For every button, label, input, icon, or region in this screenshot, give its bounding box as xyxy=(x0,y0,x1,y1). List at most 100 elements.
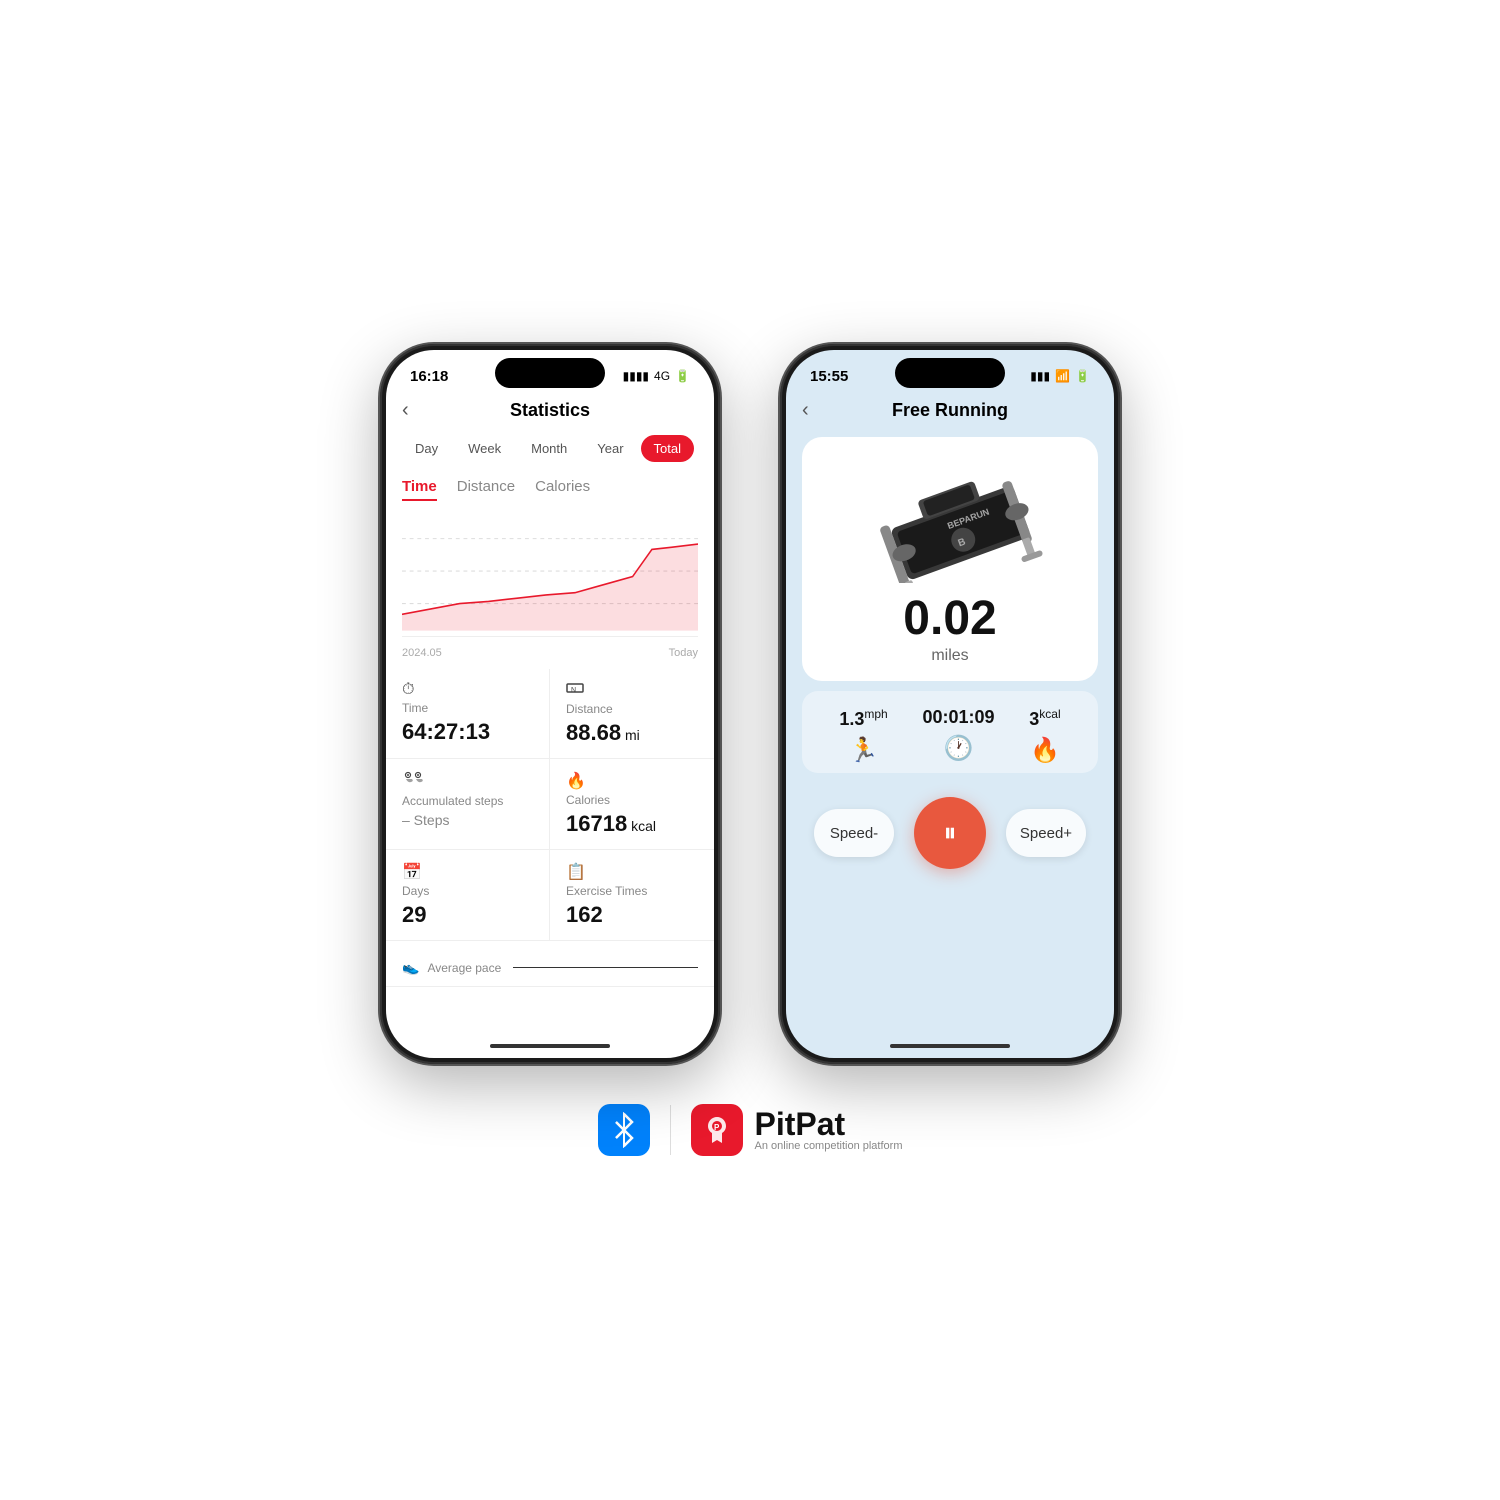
days-value: 29 xyxy=(402,902,533,928)
bluetooth-icon xyxy=(598,1104,650,1156)
speed-value: 1.3mph xyxy=(839,707,887,730)
phones-row: 16:18 ▮▮▮▮ 4G 🔋 ‹ Statistics Day Week xyxy=(380,344,1120,1064)
chart-area xyxy=(402,517,698,637)
days-icon: 📅 xyxy=(402,862,533,882)
pace-row: 👟 Average pace xyxy=(386,949,714,987)
tab-total[interactable]: Total xyxy=(641,435,694,462)
speed-minus-button[interactable]: Speed- xyxy=(814,809,894,857)
time-label: Time xyxy=(402,701,533,715)
days-label: Days xyxy=(402,884,533,898)
pitpat-text: PitPat An online competition platform xyxy=(755,1108,903,1152)
stats-grid: ⏱ Time 64:27:13 N Distance 88.68 mi xyxy=(386,669,714,941)
exercise-label: Exercise Times xyxy=(566,884,698,898)
back-button-left[interactable]: ‹ xyxy=(402,399,409,422)
period-tabs: Day Week Month Year Total xyxy=(386,427,714,470)
speed-plus-button[interactable]: Speed+ xyxy=(1006,809,1086,857)
dynamic-island-right xyxy=(895,358,1005,388)
branding-divider xyxy=(670,1105,671,1155)
run-stat-speed: 1.3mph 🏃 xyxy=(839,707,887,765)
dynamic-island-left xyxy=(495,358,605,388)
stat-days: 📅 Days 29 xyxy=(386,850,550,941)
home-indicator-right xyxy=(890,1044,1010,1048)
metric-distance[interactable]: Distance xyxy=(457,478,515,501)
pitpat-subtitle: An online competition platform xyxy=(755,1140,903,1152)
wifi-icon: 📶 xyxy=(1055,369,1070,383)
svg-text:P: P xyxy=(714,1123,720,1132)
calories-icon: 🔥 xyxy=(566,771,698,791)
metric-calories[interactable]: Calories xyxy=(535,478,590,501)
run-icon: 🏃 xyxy=(839,736,887,765)
treadmill-image: BEPARUN B xyxy=(850,453,1050,583)
signal-type: 4G xyxy=(654,369,670,383)
right-screen: 15:55 ▮▮▮ 📶 🔋 ‹ Free Running xyxy=(786,350,1114,1058)
pitpat-name: PitPat xyxy=(755,1108,903,1140)
left-screen: 16:18 ▮▮▮▮ 4G 🔋 ‹ Statistics Day Week xyxy=(386,350,714,1058)
clock-icon: ⏱ xyxy=(402,681,533,699)
pace-icon: 👟 xyxy=(402,959,419,976)
tab-month[interactable]: Month xyxy=(518,435,580,462)
stat-exercise: 📋 Exercise Times 162 xyxy=(550,850,714,941)
signal-bars-icon: ▮▮▮ xyxy=(1030,369,1050,383)
distance-unit: miles xyxy=(818,647,1082,665)
clock-icon-run: 🕐 xyxy=(922,734,994,763)
battery-icon: 🔋 xyxy=(675,369,690,383)
steps-value: – Steps xyxy=(402,812,533,828)
page-title-left: Statistics xyxy=(510,400,590,421)
pitpat-app-icon: P xyxy=(691,1104,743,1156)
time-value: 64:27:13 xyxy=(402,719,533,745)
time-right: 15:55 xyxy=(810,368,848,385)
treadmill-svg: BEPARUN B xyxy=(850,453,1050,583)
stat-calories: 🔥 Calories 16718 kcal xyxy=(550,759,714,850)
tab-day[interactable]: Day xyxy=(402,435,451,462)
home-indicator-left xyxy=(490,1044,610,1048)
tab-year[interactable]: Year xyxy=(584,435,636,462)
chart-labels: 2024.05 Today xyxy=(386,645,714,661)
steps-icon xyxy=(402,771,533,792)
left-phone: 16:18 ▮▮▮▮ 4G 🔋 ‹ Statistics Day Week xyxy=(380,344,720,1064)
run-stat-calories: 3kcal 🔥 xyxy=(1029,707,1060,765)
pitpat-logo: P PitPat An online competition platform xyxy=(691,1104,903,1156)
pace-label: Average pace xyxy=(427,961,501,975)
run-calories-value: 3kcal xyxy=(1029,707,1060,730)
running-stats: 1.3mph 🏃 00:01:09 🕐 3kcal 🔥 xyxy=(802,691,1098,773)
run-stat-time: 00:01:09 🕐 xyxy=(922,707,994,765)
free-running-card: BEPARUN B xyxy=(802,437,1098,681)
status-icons-left: ▮▮▮▮ 4G 🔋 xyxy=(623,369,690,383)
branding-row: P PitPat An online competition platform xyxy=(598,1104,903,1156)
back-button-right[interactable]: ‹ xyxy=(802,399,809,422)
distance-number: 0.02 xyxy=(818,595,1082,643)
page-title-right: Free Running xyxy=(892,400,1008,421)
time-left: 16:18 xyxy=(410,368,448,385)
flame-icon-run: 🔥 xyxy=(1029,736,1060,765)
steps-label: Accumulated steps xyxy=(402,794,533,808)
exercise-icon: 📋 xyxy=(566,862,698,882)
exercise-value: 162 xyxy=(566,902,698,928)
nav-bar-left: ‹ Statistics xyxy=(386,394,714,427)
stat-steps: Accumulated steps – Steps xyxy=(386,759,550,850)
status-icons-right: ▮▮▮ 📶 🔋 xyxy=(1030,369,1090,383)
stat-time: ⏱ Time 64:27:13 xyxy=(386,669,550,759)
pause-button[interactable]: ⏸ xyxy=(914,797,986,869)
calories-label: Calories xyxy=(566,793,698,807)
pause-icon: ⏸ xyxy=(943,817,956,849)
pace-line xyxy=(513,967,698,968)
distance-value: 88.68 mi xyxy=(566,720,698,746)
tab-week[interactable]: Week xyxy=(455,435,514,462)
nav-bar-right: ‹ Free Running xyxy=(786,394,1114,427)
control-row: Speed- ⏸ Speed+ xyxy=(786,781,1114,885)
distance-icon: N xyxy=(566,681,698,700)
chart-svg xyxy=(402,517,698,636)
metric-tabs: Time Distance Calories xyxy=(386,470,714,509)
signal-icon: ▮▮▮▮ xyxy=(623,369,649,383)
distance-label: Distance xyxy=(566,702,698,716)
chart-end: Today xyxy=(669,647,698,659)
metric-time[interactable]: Time xyxy=(402,478,437,501)
stat-distance: N Distance 88.68 mi xyxy=(550,669,714,759)
svg-text:N: N xyxy=(571,687,576,694)
calories-value: 16718 kcal xyxy=(566,811,698,837)
chart-start: 2024.05 xyxy=(402,647,442,659)
battery-icon-right: 🔋 xyxy=(1075,369,1090,383)
right-phone: 15:55 ▮▮▮ 📶 🔋 ‹ Free Running xyxy=(780,344,1120,1064)
main-container: 16:18 ▮▮▮▮ 4G 🔋 ‹ Statistics Day Week xyxy=(340,304,1160,1196)
run-time-value: 00:01:09 xyxy=(922,707,994,728)
